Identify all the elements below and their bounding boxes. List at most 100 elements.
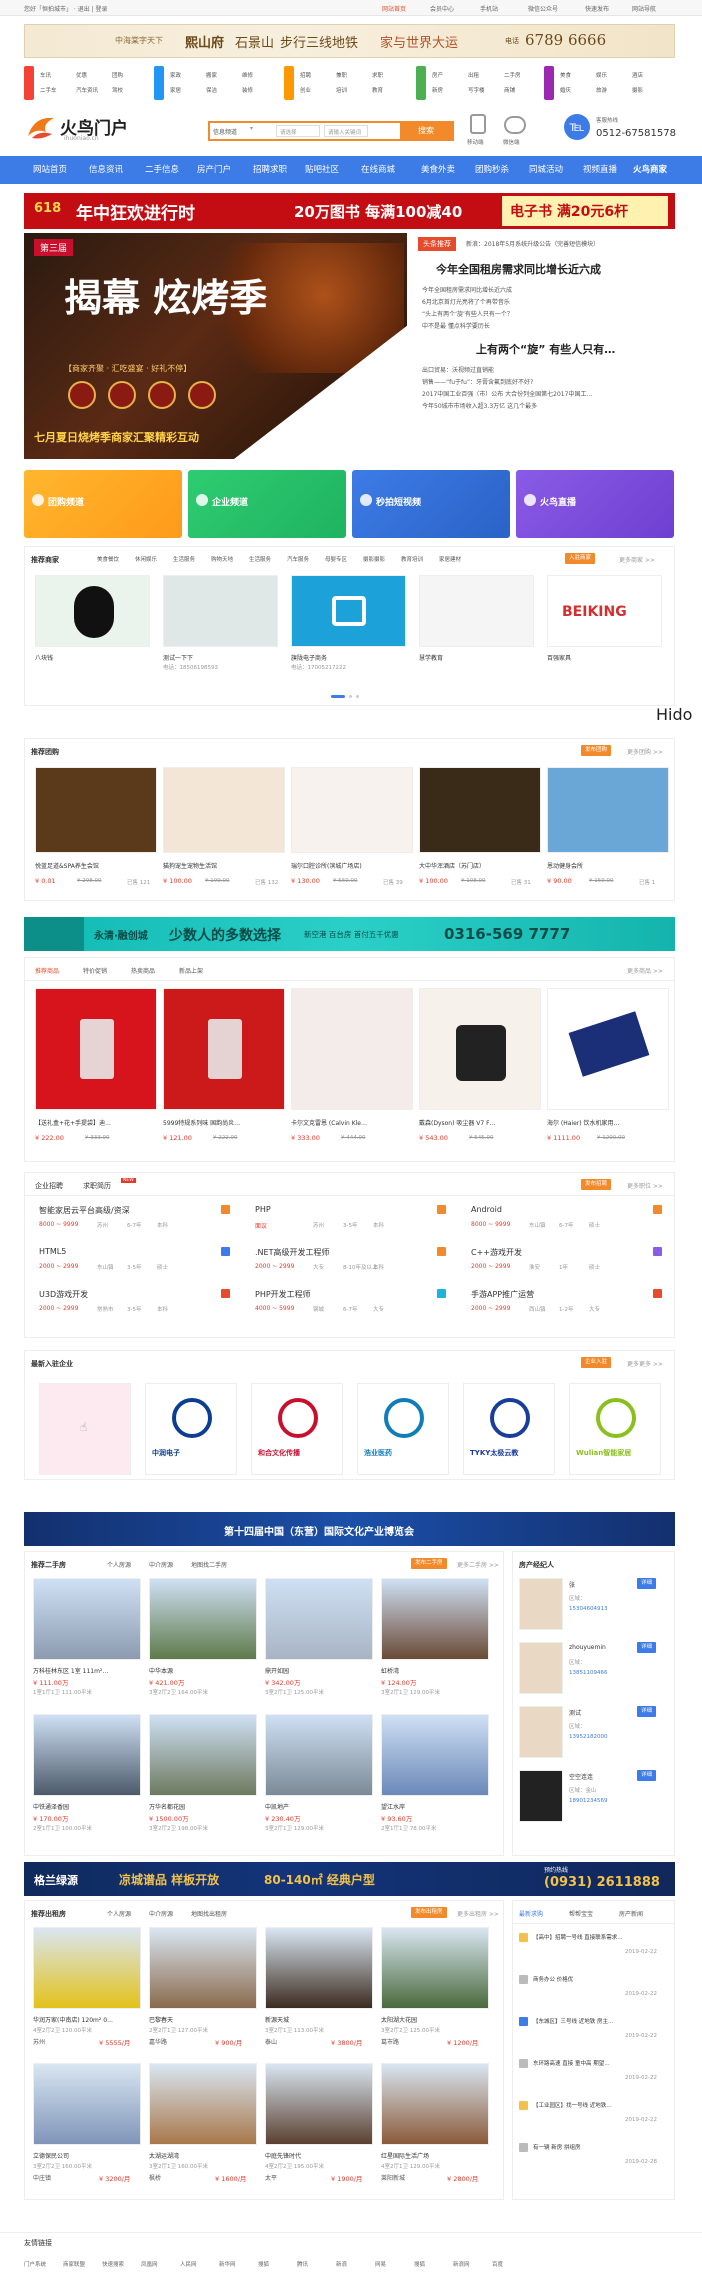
enterprise-join-button[interactable]: 企业入驻 (581, 1357, 612, 1368)
rent-image[interactable] (149, 2063, 257, 2145)
enterprise-logo[interactable]: 中润电子 (145, 1383, 237, 1475)
news-title[interactable]: 东环路高速 直接 童中高 期望… (533, 2059, 610, 2067)
search-chevron-icon[interactable]: ▾ (250, 125, 253, 132)
nav-item[interactable]: 信息资讯 (80, 156, 132, 184)
friend-link[interactable]: 网易 (375, 2260, 386, 2268)
quick-link[interactable]: 婚庆 (560, 86, 571, 94)
group-post-button[interactable]: 发布团购 (581, 745, 612, 756)
product-image[interactable] (547, 988, 669, 1110)
quick-link[interactable]: 摄影 (632, 86, 643, 94)
quick-link[interactable]: 驾校 (112, 86, 123, 94)
rent-image[interactable] (265, 2063, 373, 2145)
house-image[interactable] (33, 1714, 141, 1796)
group-image[interactable] (35, 767, 157, 853)
wechat-icon[interactable] (504, 116, 526, 134)
product-tab[interactable]: 热卖商品 (131, 966, 155, 975)
nav-item[interactable]: 二手信息 (136, 156, 188, 184)
job-title[interactable]: PHP开发工程师 (255, 1289, 311, 1300)
rent-name[interactable]: 中庭先锋时代 (265, 2151, 301, 2160)
quick-link[interactable]: 保洁 (206, 86, 217, 94)
group-name[interactable]: 瑞尔口腔诊所(滨城广场店) (291, 861, 362, 870)
product-image[interactable] (163, 988, 285, 1110)
carousel-dot[interactable] (349, 695, 352, 698)
secondhand-tab[interactable]: 中介房源 (149, 1560, 173, 1569)
house-image[interactable] (149, 1714, 257, 1796)
headline-item[interactable]: 今年50城市市场收入超3.3万亿 这几个最多 (422, 401, 537, 410)
promo-banner[interactable]: 618 年中狂欢进行时 20万图书 每满100减40 电子书 满20元6杆 (24, 193, 675, 229)
broker-detail-button[interactable]: 详细 (637, 1578, 657, 1589)
jobs-post-button[interactable]: 发布招聘 (581, 1179, 612, 1190)
rent-tab[interactable]: 地图找出租房 (191, 1909, 227, 1918)
quick-link[interactable]: 房产 (432, 71, 443, 79)
merchant-category-tab[interactable]: 美食餐饮 (97, 555, 119, 563)
merchant-image[interactable] (419, 575, 534, 647)
house-image[interactable] (381, 1578, 489, 1660)
top-ad-banner[interactable]: 中海棠字天下 熙山府 石景山 步行三线地铁 家与世界大运 电话 6789 666… (24, 24, 675, 58)
nav-item[interactable]: 视频直播 (574, 156, 626, 184)
rent-image[interactable] (33, 2063, 141, 2145)
group-image[interactable] (291, 767, 413, 853)
wechat-label[interactable]: 微信端 (503, 138, 520, 146)
secondhand-post-button[interactable]: 发布二手房 (411, 1558, 447, 1569)
nav-item[interactable]: 网站首页 (24, 156, 76, 184)
rent-name[interactable]: 华润万家(中南店) 120m² 0… (33, 2015, 113, 2024)
merchant-category-tab[interactable]: 生活服务 (249, 555, 271, 563)
news-title[interactable]: 有一辆 新房 拼组房 (533, 2143, 581, 2151)
friend-link[interactable]: 新浪 (336, 2260, 347, 2268)
friend-link[interactable]: 搜狐 (258, 2260, 269, 2268)
friend-link[interactable]: 人民网 (180, 2260, 197, 2268)
recommend-more-link[interactable]: 更多商家 >> (619, 555, 655, 564)
merchant-name[interactable]: 测试一下下 (163, 653, 193, 662)
job-title[interactable]: 智能家居云平台高级/资深 (39, 1205, 130, 1216)
broker-detail-button[interactable]: 详细 (637, 1642, 657, 1653)
rent-name[interactable]: 红星国际生活广场 (381, 2151, 429, 2160)
broker-name[interactable]: zhouyuemin (569, 1644, 606, 1651)
product-image[interactable] (291, 988, 413, 1110)
site-nav-link[interactable]: 网站导航 (632, 4, 656, 13)
nav-item[interactable]: 房产门户 (188, 156, 240, 184)
headline-item[interactable]: “头上有两个‘旋’有些人只有一个？ (422, 309, 513, 318)
realty-ad-banner[interactable]: 永清·融创城 少数人的多数选择 新空港 百台房 首付五千优惠 0316-569 … (24, 917, 675, 951)
home-link[interactable]: 网站首页 (382, 4, 406, 13)
headline-item[interactable]: 今年全国租房需求同比增长近六成 (422, 285, 512, 294)
quick-link[interactable]: 兼职 (336, 71, 347, 79)
rent-name[interactable]: 新源天城 (265, 2015, 289, 2024)
house-image[interactable] (33, 1578, 141, 1660)
quick-link[interactable]: 优惠 (76, 71, 87, 79)
channel-tile[interactable]: 火鸟直播 (516, 470, 674, 538)
merchant-category-tab[interactable]: 休闲娱乐 (135, 555, 157, 563)
job-title[interactable]: U3D游戏开发 (39, 1289, 88, 1300)
broker-name[interactable]: 张 (569, 1580, 575, 1589)
product-name[interactable]: 卡尔文克雷恩 (Calvin Kle… (291, 1118, 367, 1127)
mobile-phone-icon[interactable] (470, 114, 486, 134)
house-image[interactable] (149, 1578, 257, 1660)
broker-avatar[interactable] (519, 1578, 563, 1630)
merchant-image[interactable] (163, 575, 278, 647)
rent-image[interactable] (265, 1927, 373, 2009)
quick-link[interactable]: 二手车 (40, 86, 57, 94)
job-title[interactable]: PHP (255, 1205, 271, 1214)
merchant-image[interactable] (35, 575, 150, 647)
merchant-category-tab[interactable]: 摄影摄影 (363, 555, 385, 563)
news-title[interactable]: 【高中】招聘一号线 直接联系需求… (533, 1933, 623, 1941)
house-image[interactable] (381, 1714, 489, 1796)
group-name[interactable]: 大中华浑酒店（苏门店） (419, 861, 485, 870)
house-name[interactable]: 中铁通泽香园 (33, 1802, 69, 1811)
enterprise-logo[interactable]: 和合文化传播 (251, 1383, 343, 1475)
product-name[interactable]: 海尔 (Haier) 饮水机家用… (547, 1118, 620, 1127)
quick-link[interactable]: 培训 (336, 86, 347, 94)
mobile-label[interactable]: 移动端 (467, 138, 484, 146)
quick-link[interactable]: 新房 (432, 86, 443, 94)
quick-link[interactable]: 车讯 (40, 71, 51, 79)
merchant-category-tab[interactable]: 家居建材 (439, 555, 461, 563)
member-center-link[interactable]: 会员中心 (430, 4, 454, 13)
quick-link[interactable]: 娱乐 (596, 71, 607, 79)
news-tab[interactable]: 最新求购 (519, 1909, 543, 1918)
enterprise-logo[interactable]: 浩业医药 (357, 1383, 449, 1475)
friend-link[interactable]: 门户系统 (24, 2260, 46, 2268)
house-image[interactable] (265, 1714, 373, 1796)
product-name[interactable]: 【送礼盒+花+手提袋】迪… (35, 1118, 111, 1127)
merchant-image[interactable] (291, 575, 406, 647)
headline-item[interactable]: 6月北京首灯光亮将了个再带音乐 (422, 297, 510, 306)
quick-link[interactable]: 教育 (372, 86, 383, 94)
